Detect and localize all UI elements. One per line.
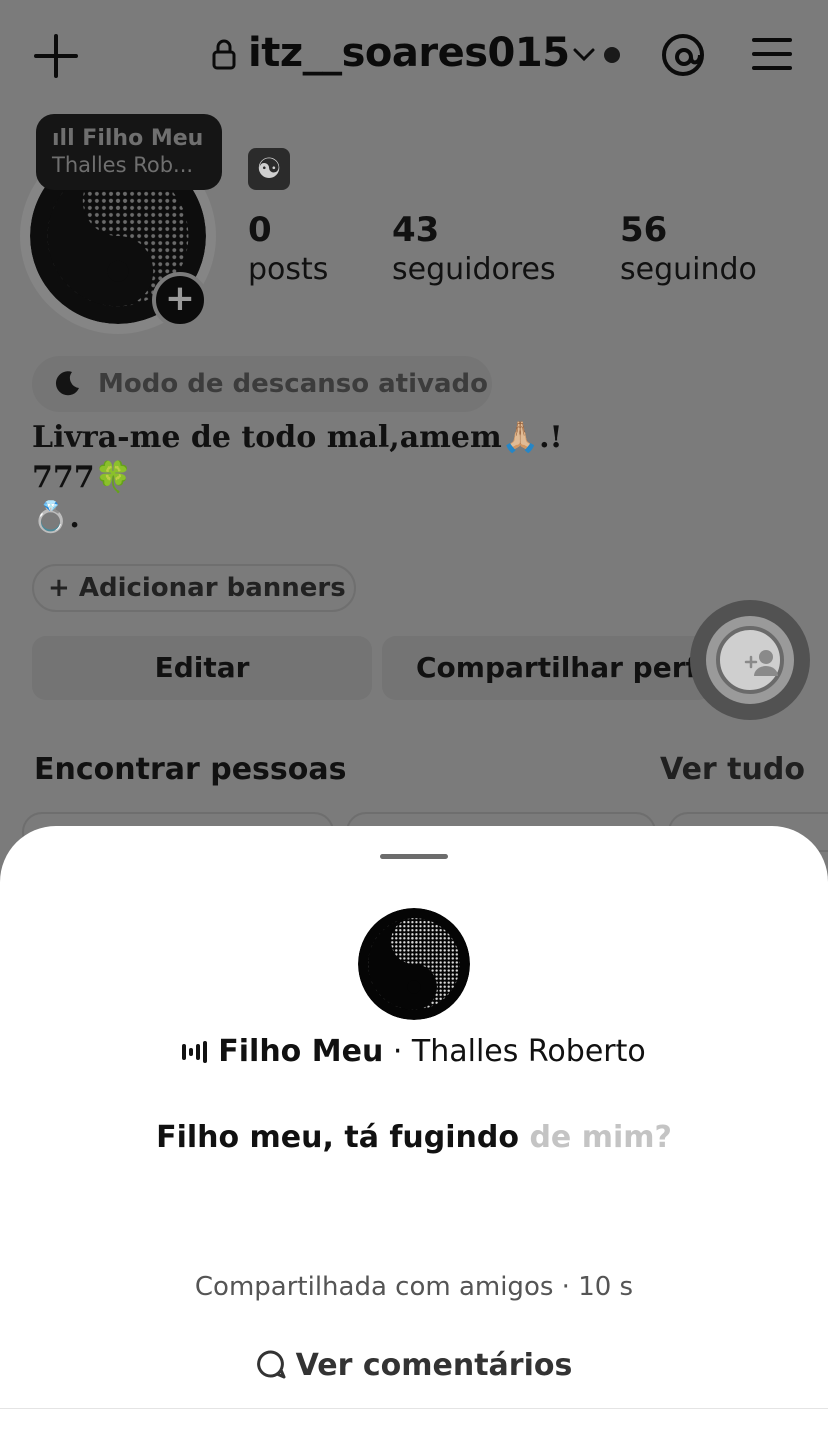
stat-posts[interactable]: 0 posts <box>248 210 328 290</box>
sheet-drag-handle[interactable] <box>380 854 448 859</box>
bio-line: 💍. <box>32 500 80 535</box>
find-people-title: Encontrar pessoas <box>34 752 347 787</box>
see-all-link[interactable]: Ver tudo <box>660 752 805 787</box>
profile-username[interactable]: itz__soares015 <box>248 30 570 76</box>
stat-number: 56 <box>620 210 668 250</box>
notification-dot <box>604 47 620 63</box>
chevron-down-icon[interactable] <box>572 44 596 64</box>
comment-icon <box>256 1350 286 1379</box>
menu-icon[interactable] <box>752 38 792 70</box>
note-song-title: Filho Meu <box>82 126 204 151</box>
music-bars-icon: ıll <box>52 126 83 151</box>
lyric-line: Filho meu, tá fugindo de mim? <box>0 1120 828 1155</box>
sheet-song-line: Filho Meu · Thalles Roberto <box>0 1034 828 1069</box>
divider <box>0 1408 828 1409</box>
stat-number: 43 <box>392 210 440 250</box>
view-comments-button[interactable]: Ver comentários <box>0 1348 828 1383</box>
plus-icon[interactable] <box>34 34 78 78</box>
lyric-active: Filho meu, tá fugindo <box>156 1120 519 1155</box>
share-profile-button[interactable]: Compartilhar perfil <box>382 636 716 700</box>
music-bars-icon <box>182 1041 208 1063</box>
stat-followers[interactable]: 43 seguidores <box>392 210 556 290</box>
lock-icon <box>212 39 236 70</box>
add-banners-button[interactable]: + Adicionar banners <box>32 564 356 612</box>
add-person-icon <box>744 650 778 676</box>
stat-following[interactable]: 56 seguindo <box>620 210 757 290</box>
threads-icon[interactable] <box>660 30 706 80</box>
music-note-bubble[interactable]: ıll Filho Meu Thalles Rob... <box>36 114 222 190</box>
bio-line: 777🍀 <box>32 460 132 495</box>
moon-icon <box>55 371 79 396</box>
view-comments-label: Ver comentários <box>295 1348 573 1383</box>
yin-yang-icon: ☯ <box>248 148 290 190</box>
sheet-artist: Thalles Roberto <box>411 1034 646 1069</box>
bio: Livra-me de todo mal,amem🙏🏼.! 777🍀 💍. <box>32 418 563 538</box>
sheet-avatar[interactable] <box>358 908 470 1020</box>
stat-label: seguidores <box>392 252 556 287</box>
bio-line: Livra-me de todo mal,amem🙏🏼.! <box>32 420 563 455</box>
stat-label: seguindo <box>620 252 757 287</box>
shared-with-friends: Compartilhada com amigos · 10 s <box>194 1272 634 1302</box>
stat-label: posts <box>248 252 329 287</box>
stat-number: 0 <box>248 210 272 250</box>
note-artist: Thalles Rob... <box>52 153 194 177</box>
edit-profile-button[interactable]: Editar <box>32 636 372 700</box>
rest-mode-pill[interactable]: Modo de descanso ativado <box>32 356 492 412</box>
separator: · <box>383 1034 412 1069</box>
sheet-song-title: Filho Meu <box>218 1034 384 1069</box>
add-story-button[interactable]: + <box>152 272 208 328</box>
lyric-upcoming: de mim? <box>519 1120 672 1155</box>
